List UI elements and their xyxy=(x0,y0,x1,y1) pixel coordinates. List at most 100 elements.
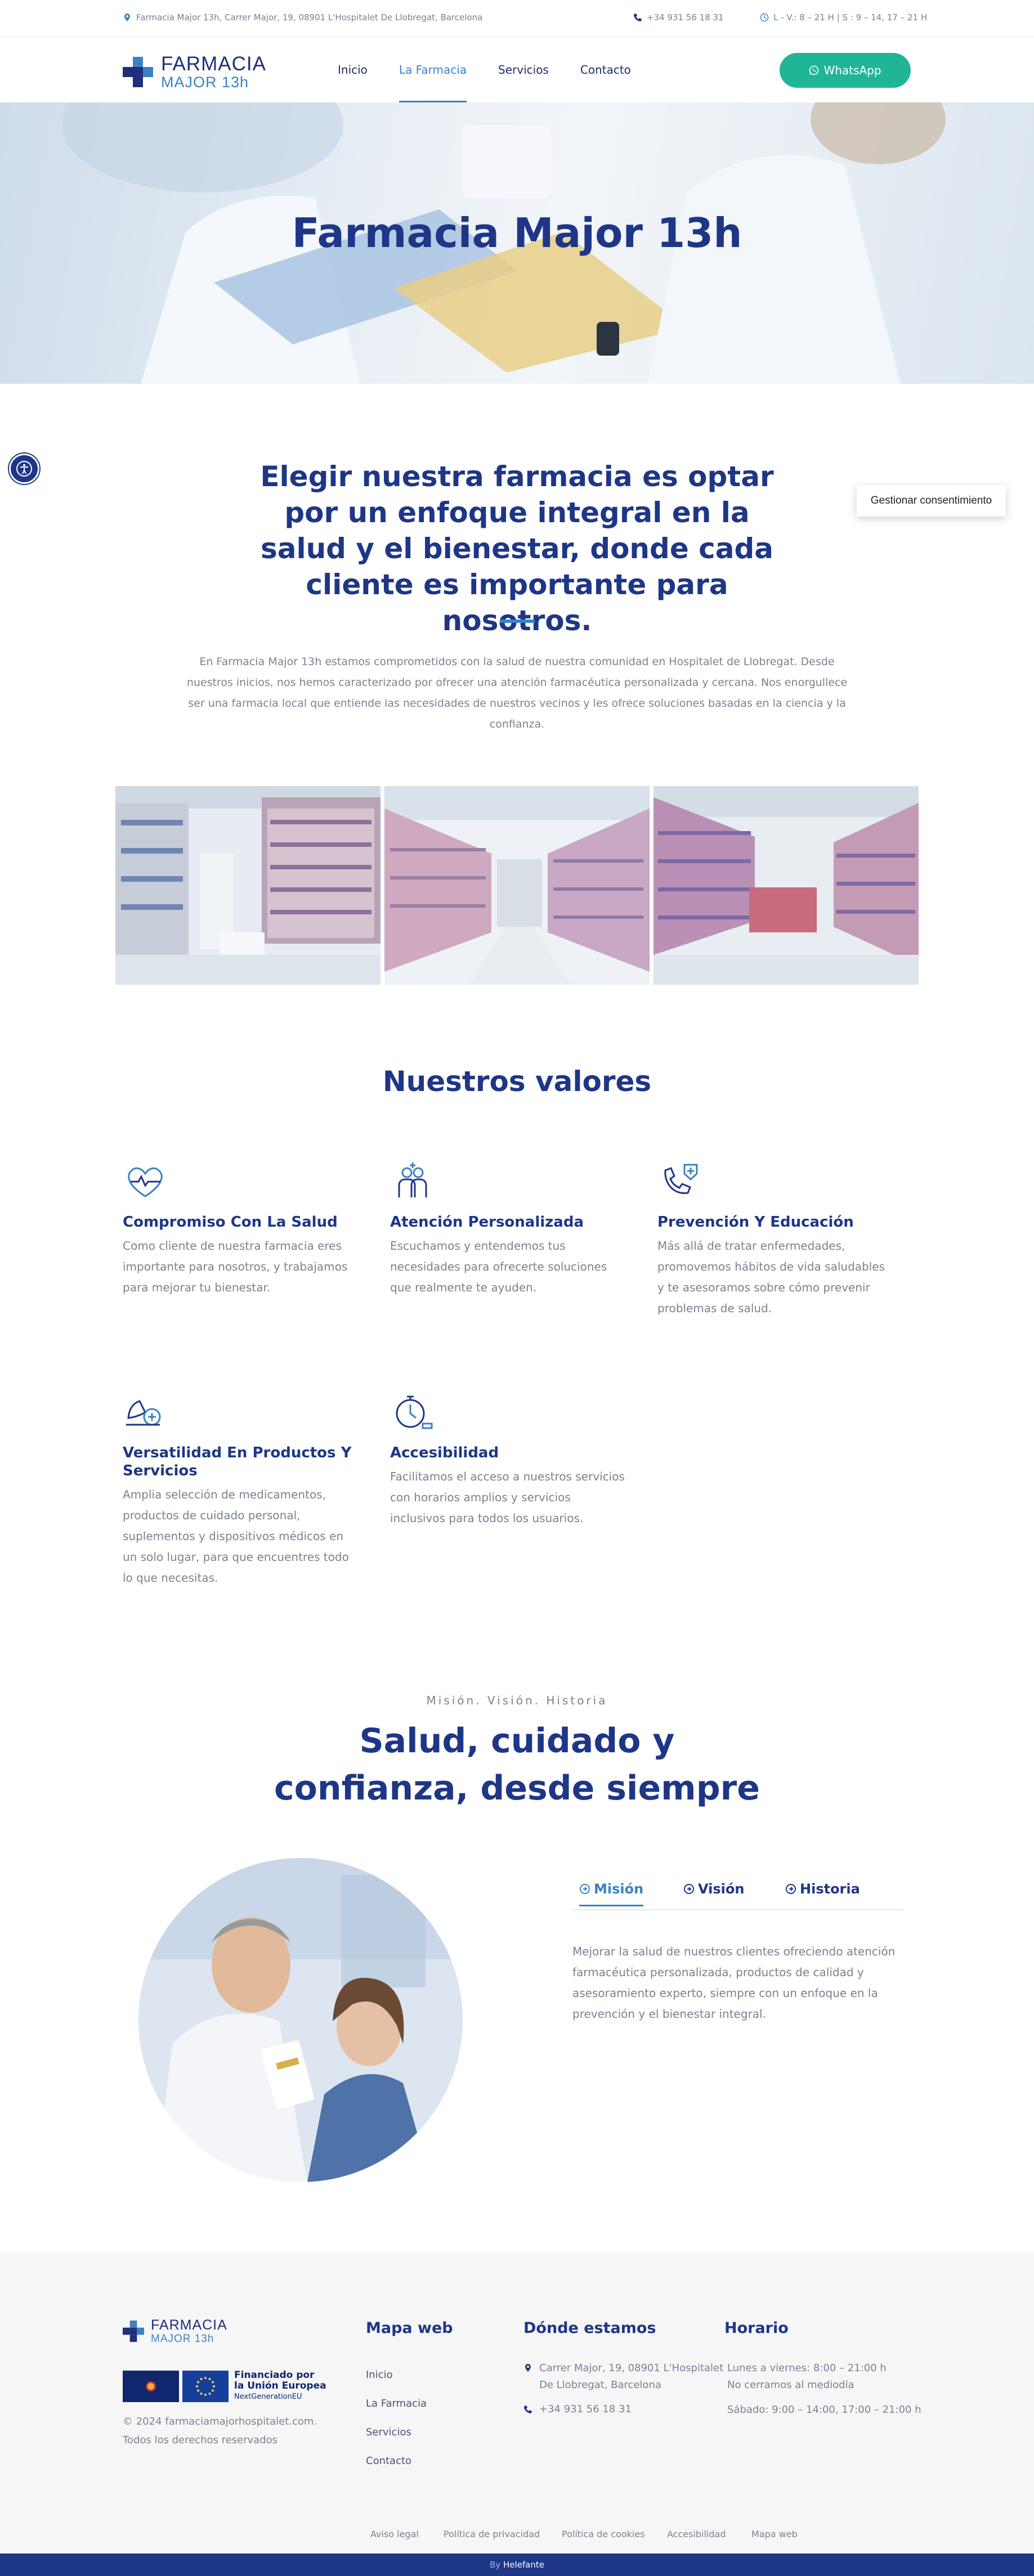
circle-arrow-icon xyxy=(684,1884,694,1894)
value-title-4: Versatilidad En Productos Y Servicios xyxy=(123,1444,352,1479)
intro-divider xyxy=(500,620,535,623)
eu-label-2: la Unión Europea xyxy=(234,2380,326,2391)
footer-link-contacto[interactable]: Contacto xyxy=(366,2455,411,2467)
value-text-2: Escuchamos y entendemos tus necesidades … xyxy=(390,1239,607,1294)
value-card-1: Compromiso Con La Salud Como cliente de … xyxy=(123,1159,359,1298)
pharmacy-interior-photo-2[interactable] xyxy=(384,786,650,985)
eu-funding-badges: Financiado por la Unión Europea NextGene… xyxy=(123,2370,326,2402)
eu-label-1: Financiado por xyxy=(234,2369,315,2381)
topbar-hours-text: L - V.: 8 – 21 H | S : 9 – 14, 17 – 21 H xyxy=(773,12,928,23)
hero-banner: Farmacia Major 13h xyxy=(0,102,1034,384)
pharmacy-interior-photo-3[interactable] xyxy=(653,786,919,985)
top-bar: Farmacia Major 13h, Carrer Major, 19, 08… xyxy=(0,0,1034,37)
credit-by-label: By xyxy=(490,2560,501,2570)
footer-logo-line-2: MAJOR 13h xyxy=(151,2333,214,2345)
copyright-line-2: Todos los derechos reservados xyxy=(123,2434,278,2446)
site-header: FARMACIA MAJOR 13h Inicio La Farmacia Se… xyxy=(0,37,1034,102)
products-icon xyxy=(126,1400,161,1426)
mvh-tabs: Misión Visión Historia xyxy=(572,1877,903,1910)
footer-privacy-link[interactable]: Política de privacidad xyxy=(444,2529,540,2539)
footer-address-line-1: Carrer Major, 19, 08901 L'Hospitalet xyxy=(539,2362,724,2374)
topbar-hours: L - V.: 8 – 21 H | S : 9 – 14, 17 – 21 H xyxy=(760,12,927,23)
people-icon xyxy=(398,1163,427,1197)
spain-gov-badge xyxy=(123,2370,179,2402)
logo-cross-icon xyxy=(123,57,153,87)
tab-panel-text: Mejorar la salud de nuestros clientes of… xyxy=(572,1945,896,2021)
footer-sitemap-link[interactable]: Mapa web xyxy=(751,2529,798,2539)
value-card-5: Accesibilidad Facilitamos el acceso a nu… xyxy=(390,1390,626,1529)
tab-vision-label: Visión xyxy=(698,1881,745,1897)
footer-address[interactable]: Carrer Major, 19, 08901 L'Hospitalet De … xyxy=(539,2360,723,2394)
whatsapp-button[interactable]: WhatsApp xyxy=(780,53,911,88)
credit-bar: By Helefante xyxy=(0,2553,1034,2576)
value-card-3: Prevención Y Educación Más allá de trata… xyxy=(657,1159,894,1319)
value-card-4: Versatilidad En Productos Y Servicios Am… xyxy=(123,1390,359,1588)
tab-mision[interactable]: Misión xyxy=(579,1881,644,1906)
topbar-address[interactable]: Farmacia Major 13h, Carrer Major, 19, 08… xyxy=(123,12,482,23)
tab-vision[interactable]: Visión xyxy=(683,1881,744,1905)
value-text-4: Amplia selección de medicamentos, produc… xyxy=(123,1488,349,1585)
nav-la-farmacia[interactable]: La Farmacia xyxy=(399,37,467,102)
accessibility-button[interactable] xyxy=(9,454,39,484)
whatsapp-icon xyxy=(809,65,819,75)
consent-manager-button[interactable]: Gestionar consentimiento xyxy=(857,485,1006,517)
value-title-1: Compromiso Con La Salud xyxy=(123,1214,338,1231)
logo-cross-icon xyxy=(123,2321,144,2342)
logo-line-2: MAJOR 13h xyxy=(161,74,249,91)
pharmacist-customer-photo xyxy=(138,1858,463,2182)
footer-address-line-2: De Llobregat, Barcelona xyxy=(539,2379,661,2391)
site-logo[interactable]: FARMACIA MAJOR 13h xyxy=(123,54,266,90)
footer-link-la-farmacia[interactable]: La Farmacia xyxy=(366,2398,427,2409)
value-text-1: Como cliente de nuestra farmacia eres im… xyxy=(123,1239,348,1294)
accessibility-icon xyxy=(16,461,32,477)
tab-historia-label: Historia xyxy=(800,1881,860,1897)
value-title-2: Atención Personalizada xyxy=(390,1214,584,1231)
footer-logo[interactable]: FARMACIA MAJOR 13h xyxy=(123,2318,227,2344)
footer-link-inicio[interactable]: Inicio xyxy=(366,2369,393,2381)
topbar-phone[interactable]: +34 931 56 18 31 xyxy=(633,12,724,23)
heart-pulse-icon xyxy=(128,1167,163,1197)
credit-brand-link[interactable]: Helefante xyxy=(503,2560,544,2570)
eu-flag-icon xyxy=(182,2370,229,2402)
clock-icon xyxy=(760,13,769,22)
footer-hours-title: Horario xyxy=(724,2319,789,2337)
footer-sitemap-title: Mapa web xyxy=(366,2319,453,2337)
hero-title: Farmacia Major 13h xyxy=(292,209,742,257)
nav-inicio[interactable]: Inicio xyxy=(338,37,368,102)
footer-copyright: © 2024 farmaciamajorhospitalet.com. Todo… xyxy=(123,2412,325,2449)
nav-servicios[interactable]: Servicios xyxy=(498,37,549,102)
value-title-5: Accesibilidad xyxy=(390,1444,499,1461)
topbar-phone-text: +34 931 56 18 31 xyxy=(647,12,724,23)
footer-link-servicios[interactable]: Servicios xyxy=(366,2426,411,2438)
location-pin-icon xyxy=(525,2364,531,2372)
nav-contacto[interactable]: Contacto xyxy=(580,37,631,102)
value-title-3: Prevención Y Educación xyxy=(657,1214,854,1231)
footer-cookies-link[interactable]: Política de cookies xyxy=(562,2529,645,2539)
footer-logo-line-1: FARMACIA xyxy=(151,2317,227,2333)
tab-historia[interactable]: Historia xyxy=(785,1881,860,1905)
eu-label-3: NextGenerationEU xyxy=(234,2393,302,2401)
values-title: Nuestros valores xyxy=(382,1065,652,1098)
footer-phone[interactable]: +34 931 56 18 31 xyxy=(539,2401,632,2418)
main-nav: Inicio La Farmacia Servicios Contacto xyxy=(338,37,663,102)
logo-line-1: FARMACIA xyxy=(161,53,266,75)
intro-body: En Farmacia Major 13h estamos comprometi… xyxy=(186,656,848,730)
clock-access-icon xyxy=(396,1395,433,1429)
location-pin-icon xyxy=(124,14,130,21)
footer-legal-link[interactable]: Aviso legal xyxy=(370,2529,419,2539)
mvh-eyebrow: Misión. Visión. Historia xyxy=(426,1694,608,1707)
footer-hours-line-2: No cerramos al mediodía xyxy=(727,2379,854,2391)
intro-title: Elegir nuestra farmacia es optar por un … xyxy=(260,460,774,637)
footer-hours: Lunes a viernes: 8:00 – 21:00 h No cerra… xyxy=(727,2360,921,2418)
topbar-address-text: Farmacia Major 13h, Carrer Major, 19, 08… xyxy=(136,12,483,23)
mvh-title: Salud, cuidado y confianza, desde siempr… xyxy=(274,1721,760,1808)
phone-icon xyxy=(524,2406,532,2413)
footer-accessibility-link[interactable]: Accesibilidad xyxy=(667,2529,726,2539)
phone-shield-icon xyxy=(664,1164,698,1194)
whatsapp-label: WhatsApp xyxy=(823,64,881,77)
footer-hours-line-1: Lunes a viernes: 8:00 – 21:00 h xyxy=(727,2362,887,2374)
phone-icon xyxy=(634,14,642,21)
value-text-3: Más allá de tratar enfermedades, promove… xyxy=(657,1239,885,1315)
circle-arrow-icon xyxy=(786,1884,796,1894)
pharmacy-interior-photo-1[interactable] xyxy=(115,786,381,985)
